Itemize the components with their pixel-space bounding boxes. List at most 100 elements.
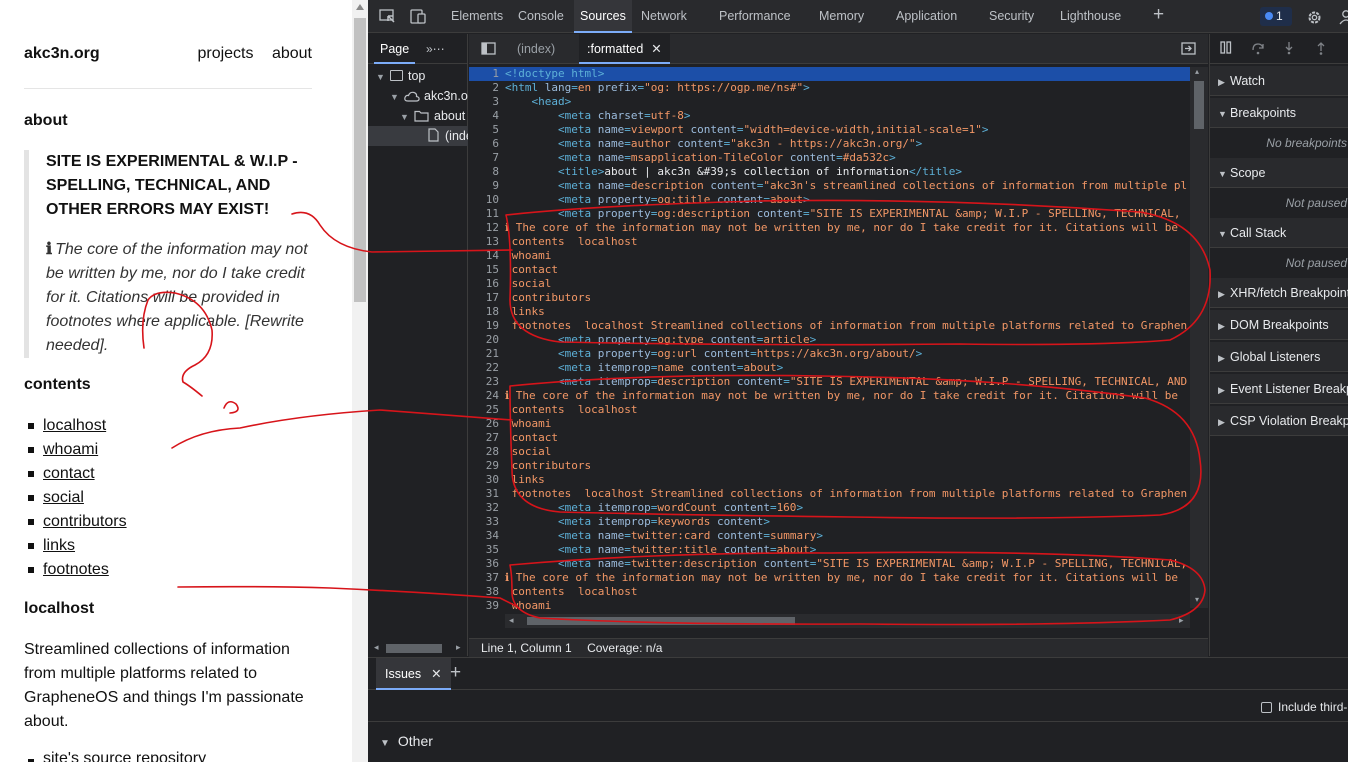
code-line[interactable]: 30 links: [469, 473, 1208, 487]
navigator-hscrollbar[interactable]: ◂ ▸: [368, 640, 468, 656]
tab-security[interactable]: Security: [989, 0, 1034, 33]
pause-icon[interactable]: [1220, 41, 1232, 57]
line-number[interactable]: 11: [469, 207, 505, 221]
tab-application[interactable]: Application: [896, 0, 957, 33]
scroll-up-icon[interactable]: ▴: [1195, 67, 1199, 76]
code-line[interactable]: 13 contents localhost: [469, 235, 1208, 249]
code-line[interactable]: 32 <meta itemprop=wordCount content=160>: [469, 501, 1208, 515]
line-number[interactable]: 24: [469, 389, 505, 403]
line-number[interactable]: 7: [469, 151, 505, 165]
section-call-stack[interactable]: ▼ Call Stack: [1210, 218, 1348, 248]
nav-link-projects[interactable]: projects: [197, 45, 253, 62]
inspect-element-icon[interactable]: [379, 9, 396, 27]
scroll-right-icon[interactable]: ▸: [1179, 615, 1184, 626]
code-line[interactable]: 8 <title>about | akc3n &#39;s collection…: [469, 165, 1208, 179]
line-number[interactable]: 9: [469, 179, 505, 193]
checkbox-icon[interactable]: [1261, 702, 1272, 713]
page-scrollbar[interactable]: [352, 0, 368, 762]
toc-item-links[interactable]: links: [24, 534, 127, 558]
add-drawer-tab-icon[interactable]: +: [450, 663, 461, 682]
section-event-listener-breakpoints[interactable]: ▶Event Listener Breakpoints: [1210, 374, 1348, 404]
line-number[interactable]: 30: [469, 473, 505, 487]
site-brand[interactable]: akc3n.org: [24, 45, 100, 63]
line-number[interactable]: 28: [469, 445, 505, 459]
line-number[interactable]: 10: [469, 193, 505, 207]
code-line[interactable]: 18 links: [469, 305, 1208, 319]
line-number[interactable]: 16: [469, 277, 505, 291]
line-number[interactable]: 20: [469, 333, 505, 347]
tree-item-domain[interactable]: ▼akc3n.org: [368, 86, 468, 106]
line-number[interactable]: 39: [469, 599, 505, 613]
line-number[interactable]: 12: [469, 221, 505, 235]
line-number[interactable]: 35: [469, 543, 505, 557]
line-number[interactable]: 33: [469, 515, 505, 529]
include-third-party-checkbox[interactable]: Include third-party cookie issues: [1261, 700, 1348, 714]
line-number[interactable]: 32: [469, 501, 505, 515]
section-global-listeners[interactable]: ▶ Global Listeners: [1210, 342, 1348, 372]
code-line[interactable]: 4 <meta charset=utf-8>: [469, 109, 1208, 123]
code-line[interactable]: 36 <meta name=twitter:description conten…: [469, 557, 1208, 571]
line-number[interactable]: 17: [469, 291, 505, 305]
code-line[interactable]: 2 <html lang=en prefix="og: https://ogp.m…: [469, 81, 1208, 95]
code-line[interactable]: 23 <meta itemprop=description content="S…: [469, 375, 1208, 389]
toggle-navigator-icon[interactable]: [481, 42, 496, 58]
scroll-left-icon[interactable]: ◂: [509, 615, 514, 626]
line-number[interactable]: 40: [469, 613, 505, 614]
line-number[interactable]: 1: [469, 67, 505, 81]
toc-item-contact[interactable]: contact: [24, 462, 127, 486]
page-scroll-thumb[interactable]: [354, 18, 366, 302]
code-line[interactable]: 15 contact: [469, 263, 1208, 277]
code-line[interactable]: 10 <meta property=og:title content=about…: [469, 193, 1208, 207]
code-view[interactable]: 1 <!doctype html> 2 <html lang=en prefix="o…: [469, 67, 1208, 614]
toc-item-contributors[interactable]: contributors: [24, 510, 127, 534]
line-number[interactable]: 19: [469, 319, 505, 333]
coverage-status[interactable]: Coverage: n/a: [587, 641, 662, 655]
scroll-up-icon[interactable]: [356, 4, 364, 10]
code-line[interactable]: 22 <meta itemprop=name content=about>: [469, 361, 1208, 375]
tab-console[interactable]: Console: [518, 0, 564, 33]
toggle-debugger-icon[interactable]: [1181, 42, 1196, 58]
line-number[interactable]: 15: [469, 263, 505, 277]
code-line[interactable]: 9 <meta name=description content="akc3n'…: [469, 179, 1208, 193]
code-line[interactable]: 39 whoami: [469, 599, 1208, 613]
editor-vscrollbar[interactable]: ▴ ▾: [1190, 67, 1208, 608]
editor-hscroll-thumb[interactable]: [527, 617, 795, 625]
code-line[interactable]: 29 contributors: [469, 459, 1208, 473]
code-line[interactable]: 7 <meta name=msapplication-TileColor con…: [469, 151, 1208, 165]
code-line[interactable]: 5 <meta name=viewport content="width=dev…: [469, 123, 1208, 137]
toc-item-localhost[interactable]: localhost: [24, 414, 127, 438]
code-line[interactable]: 33 <meta itemprop=keywords content>: [469, 515, 1208, 529]
code-line[interactable]: 38 contents localhost: [469, 585, 1208, 599]
code-line[interactable]: 17 contributors: [469, 291, 1208, 305]
more-navigator-tabs-icon[interactable]: »⋯: [426, 42, 445, 56]
more-tabs-plus-icon[interactable]: +: [1153, 5, 1164, 24]
section-breakpoints[interactable]: ▼ Breakpoints: [1210, 98, 1348, 128]
tab-elements[interactable]: Elements: [451, 0, 503, 33]
line-number[interactable]: 27: [469, 431, 505, 445]
line-number[interactable]: 36: [469, 557, 505, 571]
code-line[interactable]: 21 <meta property=og:url content=https:/…: [469, 347, 1208, 361]
tab-sources[interactable]: Sources: [574, 0, 632, 33]
settings-gear-icon[interactable]: [1306, 9, 1323, 29]
code-line[interactable]: 1 <!doctype html>: [469, 67, 1208, 81]
step-into-icon[interactable]: [1283, 41, 1295, 58]
code-line[interactable]: 35 <meta name=twitter:title content=abou…: [469, 543, 1208, 557]
code-line[interactable]: 37 ℹ The core of the information may not …: [469, 571, 1208, 585]
line-number[interactable]: 4: [469, 109, 505, 123]
toc-item-whoami[interactable]: whoami: [24, 438, 127, 462]
toc-item-footnotes[interactable]: footnotes: [24, 558, 127, 582]
issues-group-other[interactable]: ▼ Other: [380, 733, 433, 749]
line-number[interactable]: 26: [469, 417, 505, 431]
editor-tab-formatted[interactable]: :formatted ✕: [579, 34, 670, 64]
section-scope[interactable]: ▼ Scope: [1210, 158, 1348, 188]
scroll-left-icon[interactable]: ◂: [374, 642, 379, 653]
editor-vscroll-thumb[interactable]: [1194, 81, 1204, 129]
account-icon[interactable]: [1336, 9, 1348, 28]
toc-item-social[interactable]: social: [24, 486, 127, 510]
editor-hscrollbar[interactable]: ◂ ▸: [505, 614, 1190, 628]
section-csp-violation-breakpoints[interactable]: ▶CSP Violation Breakpoints: [1210, 406, 1348, 436]
line-number[interactable]: 23: [469, 375, 505, 389]
code-line[interactable]: 11 <meta property = og:description content…: [469, 207, 1208, 221]
code-line[interactable]: 31 footnotes localhost Streamlined colle…: [469, 487, 1208, 501]
step-over-icon[interactable]: [1251, 41, 1265, 58]
